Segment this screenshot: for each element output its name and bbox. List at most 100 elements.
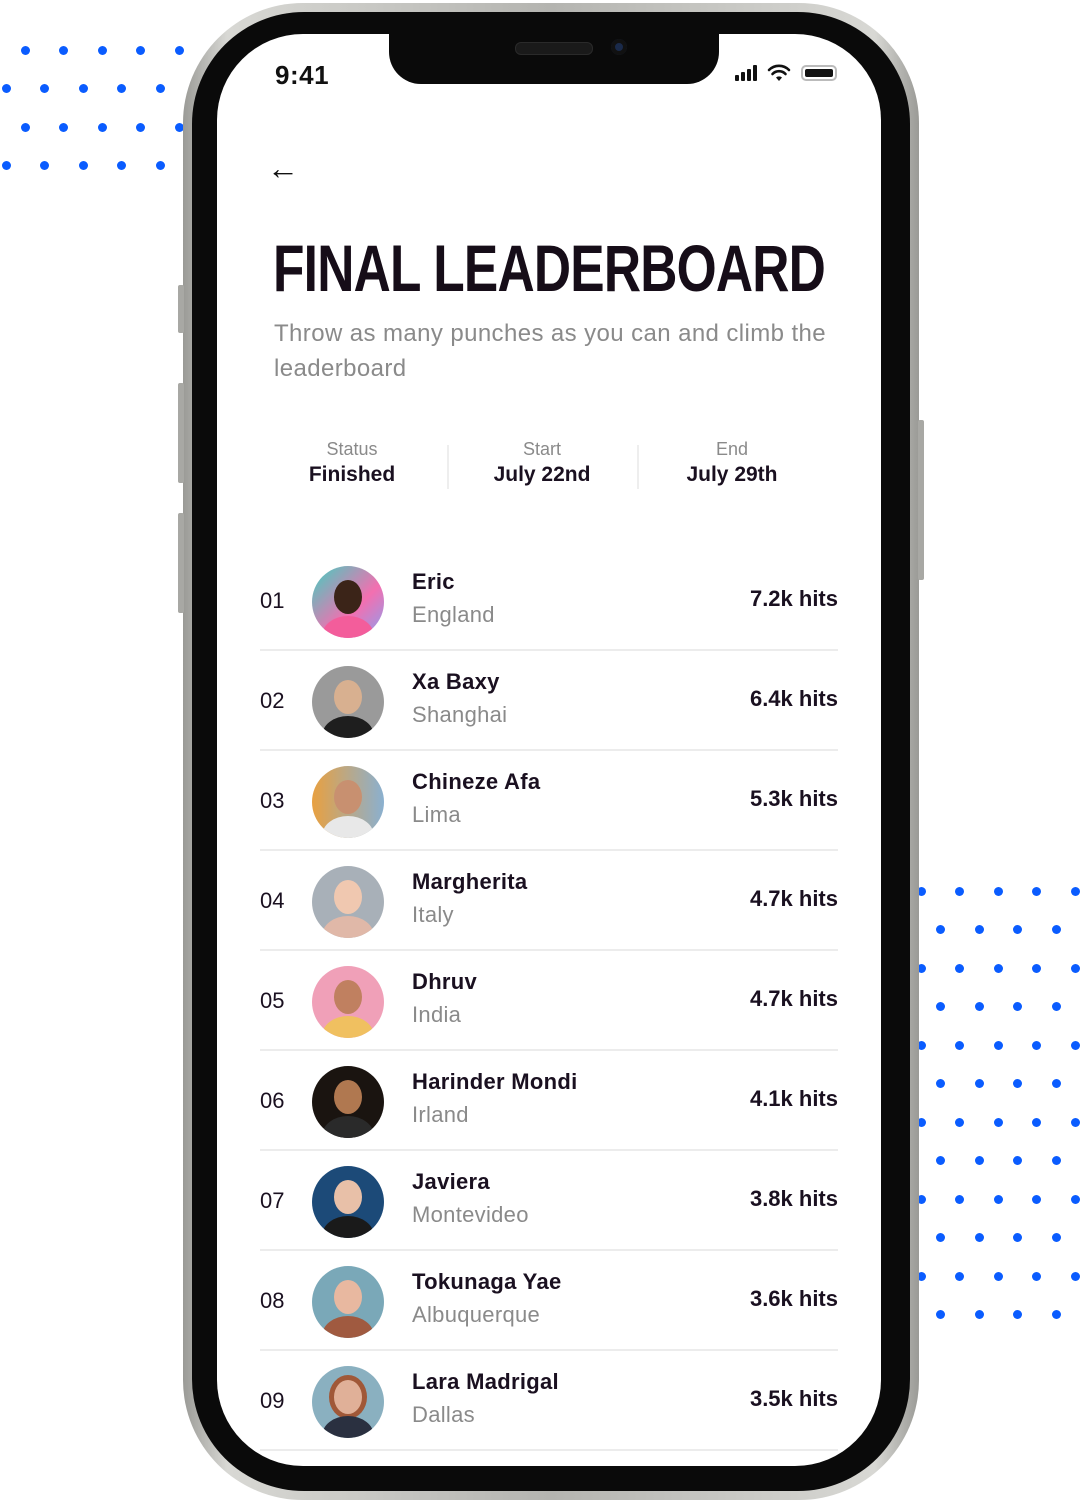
decorative-dot [1013,925,1022,934]
phone-volume-up [178,383,184,483]
decorative-dot [993,1194,1003,1204]
decorative-dot [974,1156,984,1165]
decorative-dot [936,1002,945,1011]
decorative-dot [1013,1156,1022,1165]
rank: 08 [260,1288,285,1313]
leaderboard-row[interactable]: 08 Tokunaga Yae Albuquerque 3.6k hits [260,1251,838,1351]
leaderboard-row[interactable]: 04 Margherita Italy 4.7k hits [260,851,838,951]
player-name: Dhruv [412,969,478,994]
rank: 04 [260,888,285,913]
player-hits: 6.4k hits [749,686,838,711]
decorative-dot [936,1233,945,1242]
decorative-dot [1013,1002,1022,1011]
leaderboard-row[interactable]: 07 Javiera Montevideo 3.8k hits [260,1151,838,1251]
avatar [312,566,384,638]
decorative-dot [1070,886,1080,896]
player-name: Eric [412,569,455,594]
decorative-dot [155,84,165,93]
player-location: Shanghai [412,702,508,727]
decorative-dot [936,1079,945,1088]
decorative-dot [59,122,69,132]
decorative-dot [174,45,184,55]
player-location: Albuquerque [412,1302,541,1327]
decorative-dot [1032,1194,1042,1204]
decorative-dot [955,963,965,973]
decorative-dot [955,1117,965,1127]
phone-silent-switch [178,285,184,333]
decorative-dot [59,45,69,55]
player-location: Dallas [412,1402,475,1427]
decorative-dot [1070,1117,1080,1127]
arrow-left-icon: ← [267,150,299,186]
decorative-dot [136,45,146,55]
avatar [312,766,384,838]
avatar [312,1066,384,1138]
leaderboard-row[interactable]: 02 Xa Baxy Shanghai 6.4k hits [260,651,838,751]
decorative-dot [40,161,49,170]
phone-screen: 9:41 ← FINAL LEADERBOARD Throw as many p… [217,34,881,1466]
decorative-dot [993,1040,1003,1050]
decorative-dot [1051,1156,1061,1165]
rank: 05 [260,988,285,1013]
status-label: Status [326,439,378,459]
decorative-dot [993,1117,1003,1127]
decorative-dot [993,886,1003,896]
phone-volume-down [178,513,184,613]
player-hits: 4.7k hits [749,886,838,911]
status-info: Status Finished [257,439,447,487]
decorative-dot [974,1079,984,1088]
player-name: Javiera [412,1169,490,1194]
leaderboard-row[interactable]: 06 Harinder Mondi Irland 4.1k hits [260,1051,838,1151]
decorative-dot [955,1271,965,1281]
decorative-dot [993,1271,1003,1281]
decorative-dot [78,161,88,170]
cellular-signal-icon [735,65,757,81]
decorative-dot [936,1310,945,1319]
player-hits: 3.5k hits [749,1386,838,1411]
avatar [312,866,384,938]
player-name: Chineze Afa [412,769,541,794]
decorative-dot [1070,1194,1080,1204]
page-title: FINAL LEADERBOARD [273,231,826,305]
decorative-dot [936,1156,945,1165]
avatar [312,1266,384,1338]
leaderboard-row[interactable]: 05 Dhruv India 4.7k hits [260,951,838,1051]
decorative-dot [974,1002,984,1011]
player-location: Irland [412,1102,469,1127]
decorative-dot [1013,1233,1022,1242]
decorative-dot [20,45,30,55]
decorative-dot [20,122,30,132]
avatar [312,966,384,1038]
leaderboard-row[interactable]: 09 Lara Madrigal Dallas 3.5k hits [260,1351,838,1451]
start-label: Start [522,439,561,459]
player-name: Tokunaga Yae [412,1269,562,1294]
front-camera [611,39,627,55]
notch [389,34,719,84]
player-name: Xa Baxy [412,669,500,694]
rank: 02 [260,688,285,713]
leaderboard-list: 01 Eric England 7.2k hits 02 Xa Baxy Sha… [260,551,838,1451]
decorative-dot [78,84,88,93]
page-subtitle: Throw as many punches as you can and cli… [274,320,827,382]
decorative-dot [974,1310,984,1319]
rank: 01 [260,588,285,613]
player-hits: 3.6k hits [749,1286,838,1311]
back-button[interactable]: ← [267,152,299,184]
end-value: July 29th [686,463,778,486]
decorative-dot [1032,1271,1042,1281]
rank: 09 [260,1388,285,1413]
decorative-dot [1,161,11,170]
player-hits: 5.3k hits [749,786,838,811]
decorative-dot [936,925,945,934]
decorative-dot [1032,886,1042,896]
rank: 07 [260,1188,285,1213]
player-location: India [412,1002,462,1027]
decorative-dot [1051,925,1061,934]
decorative-dot [1070,963,1080,973]
leaderboard-row[interactable]: 01 Eric England 7.2k hits [260,551,838,651]
player-hits: 3.8k hits [749,1186,838,1211]
player-hits: 7.2k hits [749,586,838,611]
leaderboard-row[interactable]: 03 Chineze Afa Lima 5.3k hits [260,751,838,851]
decorative-dot [155,161,165,170]
avatar [312,1366,384,1438]
